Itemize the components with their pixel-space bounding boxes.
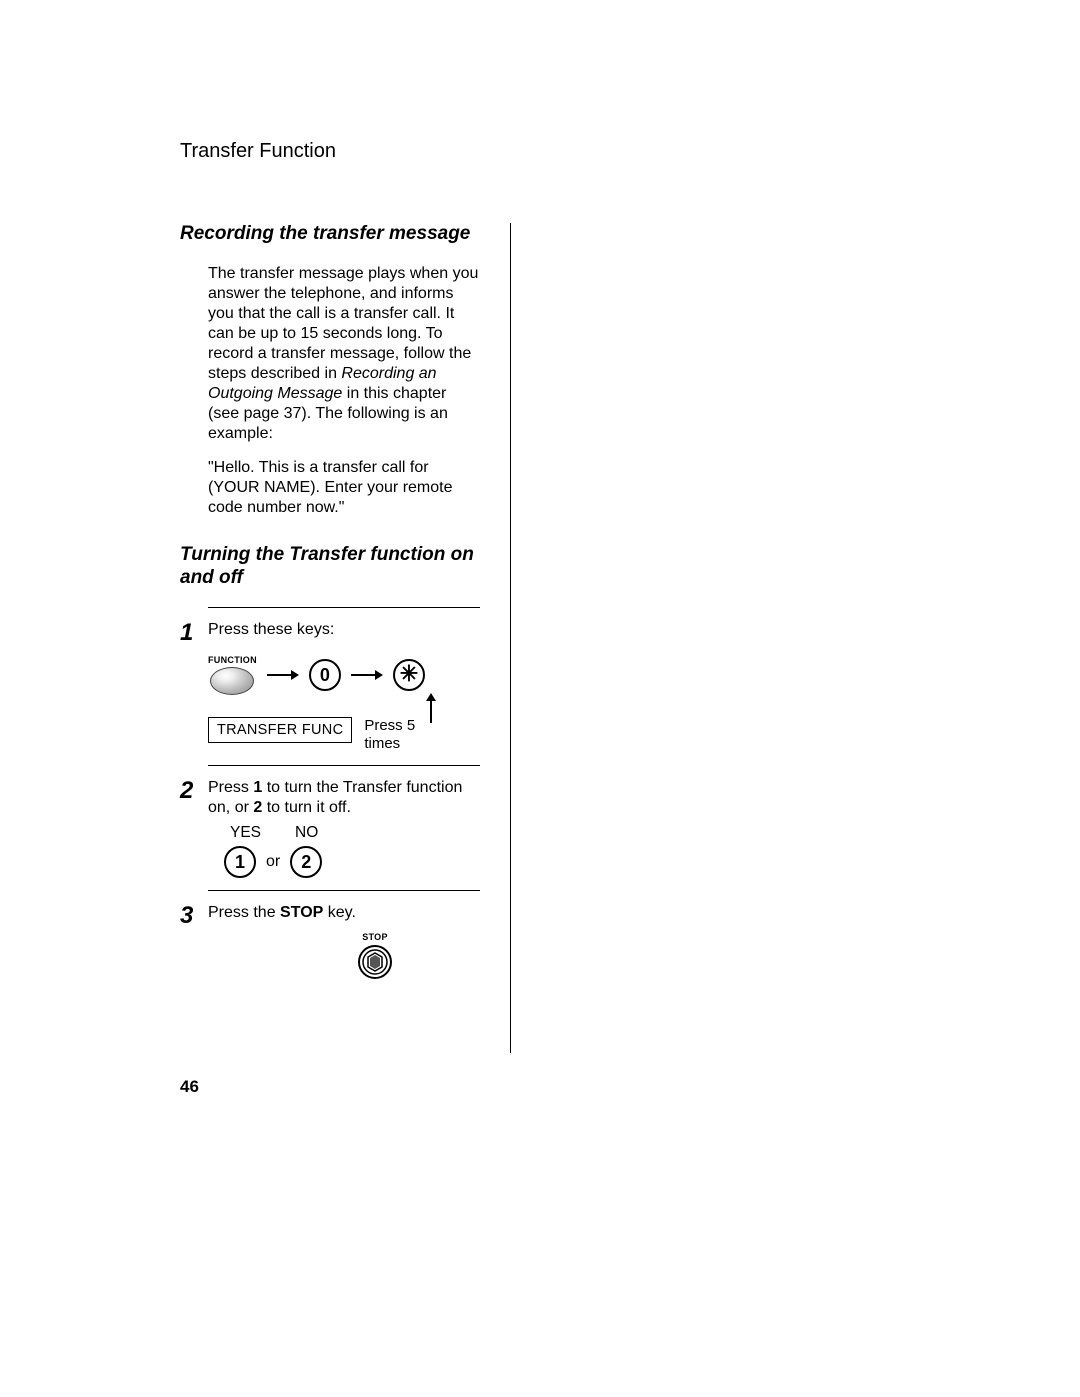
page: Transfer Function Recording the transfer… (0, 0, 1080, 1397)
key-0: 0 (309, 659, 341, 691)
arrow-right-icon (351, 668, 383, 682)
stop-button-graphic: STOP (270, 932, 480, 980)
step-number: 1 (180, 620, 208, 645)
text: Press the (208, 904, 280, 921)
key-2: 2 (290, 846, 322, 878)
step-number: 2 (180, 778, 208, 803)
rule (208, 890, 480, 891)
key-1: 1 (224, 846, 256, 878)
press-note: Press 5 times (364, 717, 424, 753)
label-yes: YES (230, 824, 261, 842)
text: key. (323, 904, 356, 921)
display-box: TRANSFER FUNC (208, 717, 352, 743)
para-recording-1: The transfer message plays when you answ… (208, 264, 480, 444)
step-3: 3 Press the STOP key. (180, 903, 480, 928)
function-button: FUNCTION (208, 655, 257, 695)
rule (208, 607, 480, 608)
arrow-up-icon (424, 693, 438, 723)
step-number: 3 (180, 903, 208, 928)
key-star: ✳ (393, 659, 425, 691)
star-glyph: ✳ (400, 663, 418, 685)
step-text: Press the STOP key. (208, 903, 480, 923)
stop-key-icon (357, 944, 393, 980)
text: to turn it off. (262, 799, 351, 816)
heading-recording: Recording the transfer message (180, 223, 480, 246)
function-key-icon (210, 667, 254, 695)
stop-label: STOP (362, 932, 388, 942)
or-text: or (266, 853, 280, 871)
section-header: Transfer Function (180, 140, 920, 163)
text-bold: 1 (253, 779, 262, 796)
step1-diagram: FUNCTION 0 ✳ (208, 655, 480, 753)
heading-turning: Turning the Transfer function on and off (180, 544, 480, 590)
column-divider (510, 223, 511, 1053)
text: Press (208, 779, 253, 796)
text-bold: 2 (253, 799, 262, 816)
rule (208, 765, 480, 766)
step-text: Press 1 to turn the Transfer function on… (208, 778, 480, 818)
label-no: NO (295, 824, 318, 842)
yes-no-labels: YES NO (230, 824, 480, 842)
arrow-right-icon (267, 668, 299, 682)
two-column-layout: Recording the transfer message The trans… (180, 223, 920, 980)
text-bold: STOP (280, 904, 323, 921)
step-text: Press these keys: (208, 620, 480, 640)
step1-labels: TRANSFER FUNC Press 5 times (208, 717, 480, 753)
step-2: 2 Press 1 to turn the Transfer function … (180, 778, 480, 818)
step-1: 1 Press these keys: (180, 620, 480, 645)
function-label: FUNCTION (208, 655, 257, 665)
page-number: 46 (180, 1077, 199, 1097)
left-column: Recording the transfer message The trans… (180, 223, 480, 980)
key-sequence: FUNCTION 0 ✳ (208, 655, 480, 695)
para-recording-example: "Hello. This is a transfer call for (YOU… (208, 458, 480, 518)
choice-keys: 1 or 2 (224, 846, 480, 878)
